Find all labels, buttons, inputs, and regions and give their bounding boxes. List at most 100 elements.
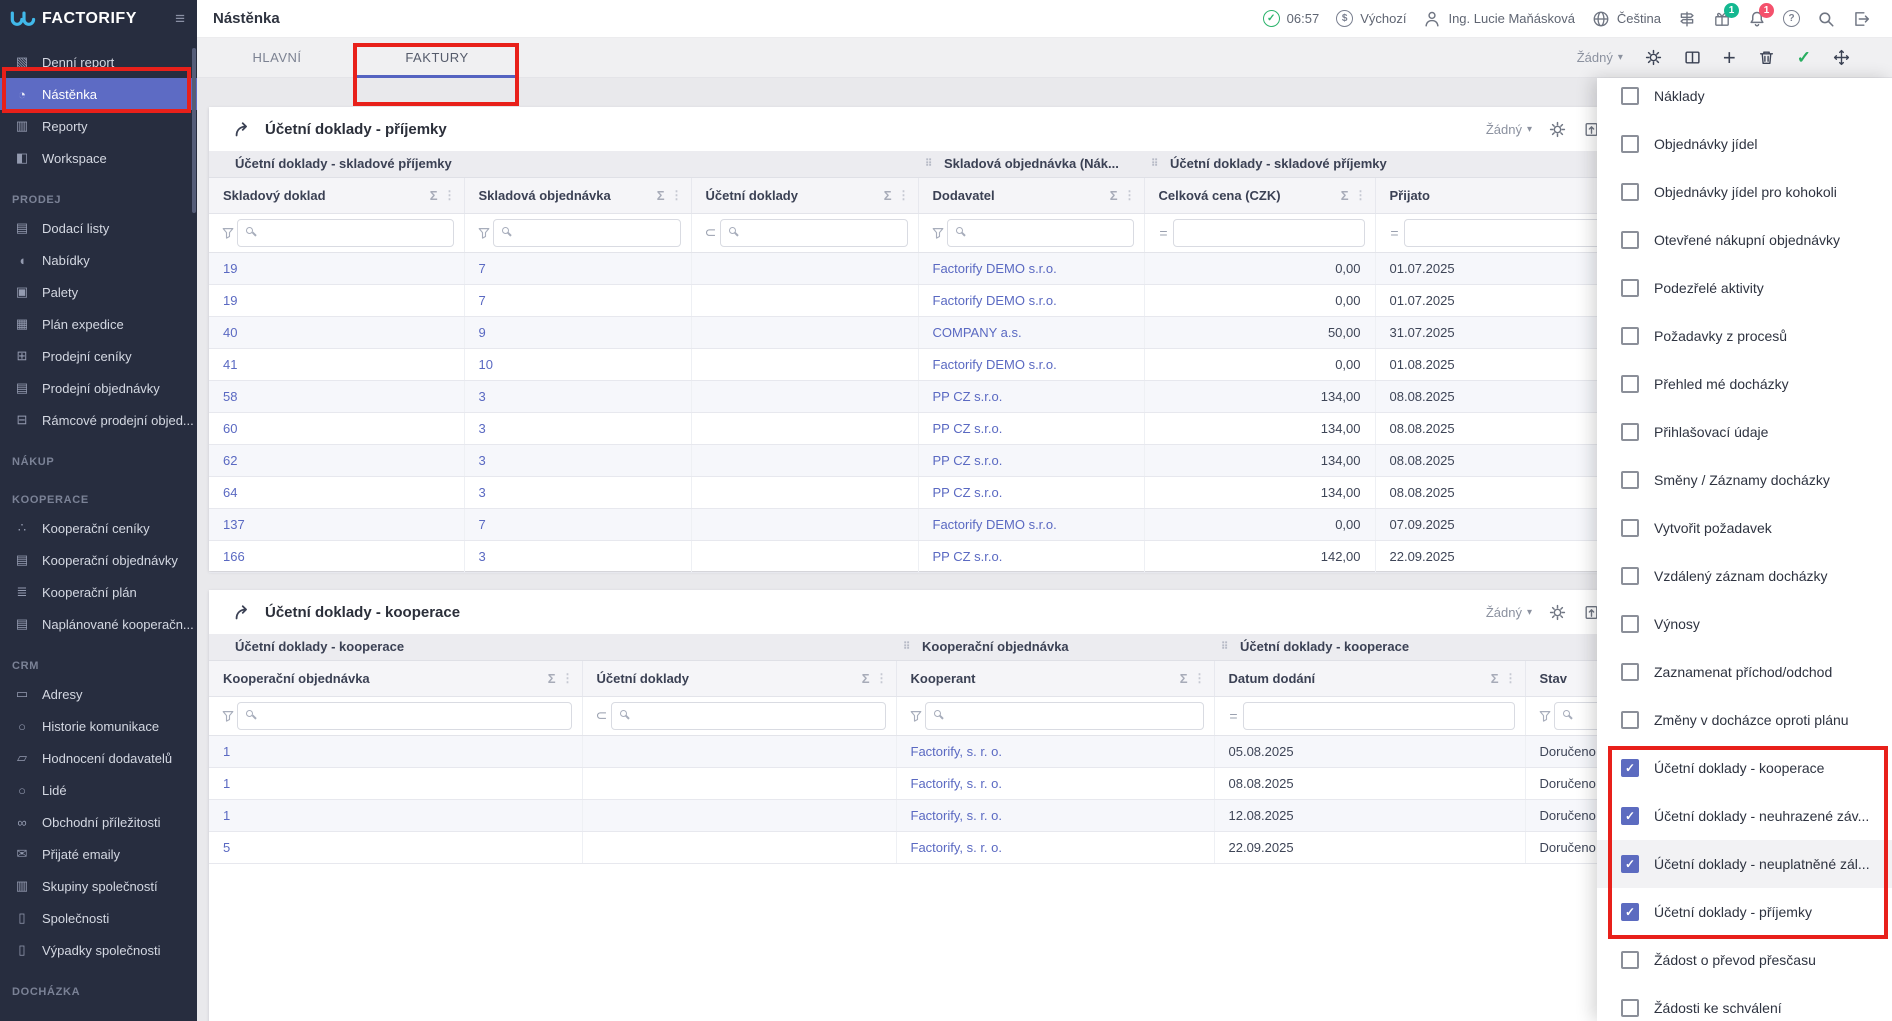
sidebar-item[interactable]: ▣ Palety: [0, 276, 197, 308]
sigma-icon[interactable]: Σ: [1180, 671, 1188, 686]
column-group[interactable]: Účetní doklady - kooperace: [209, 634, 896, 660]
widget-picker-item[interactable]: Přihlašovací údaje: [1597, 408, 1892, 456]
whats-new-button[interactable]: 1: [1713, 10, 1731, 28]
table-row[interactable]: 1377Factorify DEMO s.r.o.0,0007.09.2025: [209, 508, 1642, 540]
checkbox[interactable]: [1621, 663, 1639, 681]
widget-preset-dropdown[interactable]: Žádný ▾: [1486, 605, 1532, 620]
column-header[interactable]: Účetní dokladyΣ⋮: [691, 177, 918, 213]
sidebar-item[interactable]: ○ Historie komunikace: [0, 710, 197, 742]
widget-picker-item[interactable]: Vzdálený záznam docházky: [1597, 552, 1892, 600]
sigma-icon[interactable]: Σ: [884, 188, 892, 203]
sidebar-item[interactable]: ▤ Naplánované kooperačn...: [0, 608, 197, 640]
sidebar-item[interactable]: ⊞ Prodejní ceníky: [0, 340, 197, 372]
checkbox[interactable]: [1621, 279, 1639, 297]
column-filter-input[interactable]: [611, 702, 886, 730]
column-filter-input[interactable]: [1173, 219, 1365, 247]
column-group[interactable]: ⠿Účetní doklady - kooperace: [1214, 634, 1642, 660]
sidebar-item[interactable]: ◖ Nabídky: [0, 244, 197, 276]
checkbox[interactable]: [1621, 231, 1639, 249]
sidebar-item[interactable]: PRODEJ: [0, 174, 197, 212]
widget-picker-item[interactable]: Otevřené nákupní objednávky: [1597, 216, 1892, 264]
sidebar-item[interactable]: DOCHÁZKA: [0, 966, 197, 1004]
widget-picker-item[interactable]: Podezřelé aktivity: [1597, 264, 1892, 312]
checkbox[interactable]: [1621, 951, 1639, 969]
sidebar-item[interactable]: ▥ Skupiny společností: [0, 870, 197, 902]
column-menu-icon[interactable]: ⋮: [562, 671, 574, 685]
language-selector[interactable]: Čeština: [1592, 10, 1661, 28]
checkbox[interactable]: [1621, 423, 1639, 441]
sidebar-item[interactable]: ○ Lidé: [0, 774, 197, 806]
sidebar-collapse-icon[interactable]: ≡: [175, 9, 197, 29]
column-menu-icon[interactable]: ⋮: [671, 188, 683, 202]
table-row[interactable]: 623PP CZ s.r.o.134,0008.08.2025: [209, 444, 1642, 476]
column-header[interactable]: Skladová objednávkaΣ⋮: [464, 177, 691, 213]
sidebar-item[interactable]: ▦ Plán expedice: [0, 308, 197, 340]
column-menu-icon[interactable]: ⋮: [1505, 671, 1517, 685]
column-menu-icon[interactable]: ⋮: [876, 671, 888, 685]
checkbox[interactable]: [1621, 615, 1639, 633]
table-row[interactable]: 197Factorify DEMO s.r.o.0,0001.07.2025: [209, 284, 1642, 316]
sidebar-item[interactable]: ◔ Nástěnka: [0, 78, 197, 110]
column-group[interactable]: Účetní doklady - skladové příjemky: [209, 151, 918, 177]
open-in-module-icon[interactable]: [233, 603, 252, 622]
checkbox[interactable]: [1621, 87, 1639, 105]
sidebar-item[interactable]: ≣ Kooperační plán: [0, 576, 197, 608]
sidebar-item[interactable]: CRM: [0, 640, 197, 678]
sidebar-item[interactable]: ⊟ Rámcové prodejní objed...: [0, 404, 197, 436]
widget-picker-item[interactable]: Zaznamenat příchod/odchod: [1597, 648, 1892, 696]
sidebar-item[interactable]: ∞ Obchodní příležitosti: [0, 806, 197, 838]
widget-picker-item[interactable]: Náklady: [1597, 78, 1892, 120]
column-header[interactable]: Účetní dokladyΣ⋮: [582, 660, 896, 696]
attendance-status[interactable]: ✓ 06:57: [1263, 10, 1320, 27]
checkbox[interactable]: [1621, 759, 1639, 777]
widget-picker-item[interactable]: Požadavky z procesů: [1597, 312, 1892, 360]
checkbox[interactable]: [1621, 999, 1639, 1017]
table-row[interactable]: 603PP CZ s.r.o.134,0008.08.2025: [209, 412, 1642, 444]
table-row[interactable]: 1Factorify, s. r. o.05.08.2025Doručeno: [209, 735, 1642, 767]
sidebar-item[interactable]: ✉ Přijaté emaily: [0, 838, 197, 870]
column-filter-input[interactable]: [493, 219, 681, 247]
column-menu-icon[interactable]: ⋮: [1124, 188, 1136, 202]
widget-picker-item[interactable]: Přehled mé docházky: [1597, 360, 1892, 408]
drag-handle-icon[interactable]: ⠿: [1221, 641, 1228, 652]
widget-preset-dropdown[interactable]: Žádný ▾: [1486, 122, 1532, 137]
column-group[interactable]: ⠿Účetní doklady - skladové příjemky: [1144, 151, 1642, 177]
dashboard-tab[interactable]: FAKTURY: [357, 38, 517, 77]
sidebar-item[interactable]: ▧ Denní report: [0, 46, 197, 78]
move-widgets-icon[interactable]: [1833, 49, 1850, 66]
column-header[interactable]: DodavatelΣ⋮: [918, 177, 1144, 213]
table-row[interactable]: 1Factorify, s. r. o.08.08.2025Doručeno: [209, 767, 1642, 799]
sidebar-item[interactable]: ▤ Dodací listy: [0, 212, 197, 244]
sidebar-item[interactable]: ▯ Výpadky společnosti: [0, 934, 197, 966]
sidebar-item[interactable]: ∴ Kooperační ceníky: [0, 512, 197, 544]
sidebar-item[interactable]: ▱ Hodnocení dodavatelů: [0, 742, 197, 774]
sidebar-item[interactable]: ▤ Kooperační objednávky: [0, 544, 197, 576]
sigma-icon[interactable]: Σ: [1341, 188, 1349, 203]
column-header[interactable]: Datum dodáníΣ⋮: [1214, 660, 1525, 696]
widget-picker-item[interactable]: Účetní doklady - příjemky: [1597, 888, 1892, 936]
guide-button[interactable]: [1678, 10, 1696, 28]
dashboard-tab[interactable]: HLAVNÍ: [197, 38, 357, 77]
sigma-icon[interactable]: Σ: [548, 671, 556, 686]
checkbox[interactable]: [1621, 471, 1639, 489]
widget-settings-icon[interactable]: [1549, 604, 1566, 621]
drag-handle-icon[interactable]: ⠿: [1151, 158, 1158, 169]
checkbox[interactable]: [1621, 903, 1639, 921]
column-header[interactable]: KooperantΣ⋮: [896, 660, 1214, 696]
drag-handle-icon[interactable]: ⠿: [925, 158, 932, 169]
table-row[interactable]: 583PP CZ s.r.o.134,0008.08.2025: [209, 380, 1642, 412]
table-row[interactable]: 5Factorify, s. r. o.22.09.2025Doručeno: [209, 831, 1642, 863]
dashboard-settings-icon[interactable]: [1645, 49, 1662, 66]
widget-settings-icon[interactable]: [1549, 121, 1566, 138]
column-menu-icon[interactable]: ⋮: [898, 188, 910, 202]
table-row[interactable]: 197Factorify DEMO s.r.o.0,0001.07.2025: [209, 252, 1642, 284]
widget-picker-item[interactable]: Změny v docházce oproti plánu: [1597, 696, 1892, 744]
add-widget-icon[interactable]: +: [1723, 47, 1736, 69]
column-filter-input[interactable]: [237, 219, 454, 247]
widget-picker-item[interactable]: Účetní doklady - kooperace: [1597, 744, 1892, 792]
dashboard-preset-dropdown[interactable]: Žádný ▾: [1577, 50, 1623, 65]
column-menu-icon[interactable]: ⋮: [1355, 188, 1367, 202]
column-filter-input[interactable]: [947, 219, 1134, 247]
sidebar-item[interactable]: ▤ Prodejní objednávky: [0, 372, 197, 404]
column-menu-icon[interactable]: ⋮: [1194, 671, 1206, 685]
